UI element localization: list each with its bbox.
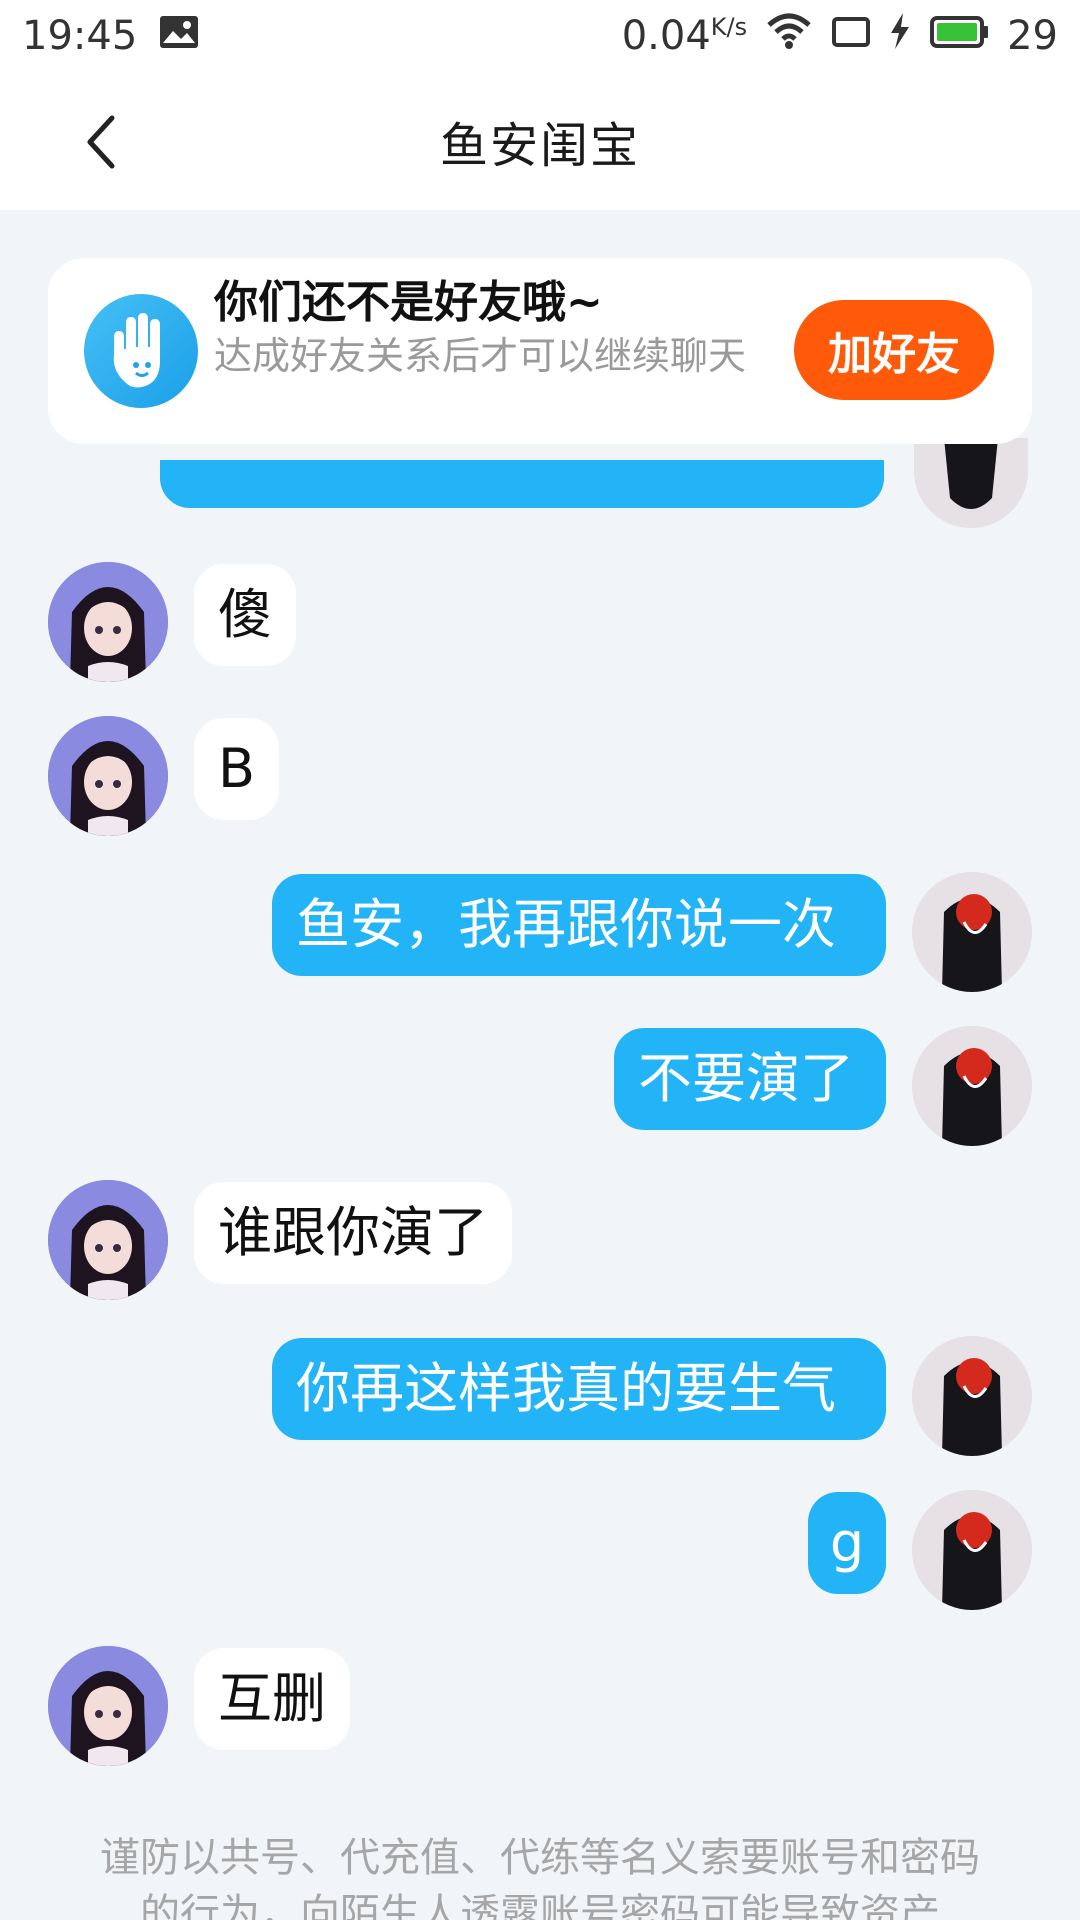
- battery-level: 29: [1007, 13, 1058, 59]
- message-bubble-outgoing[interactable]: 不要演了: [614, 1028, 886, 1130]
- charging-icon: [889, 13, 911, 59]
- banner-title: 你们还不是好友哦~: [214, 277, 603, 328]
- add-friend-button[interactable]: 加好友: [794, 300, 994, 400]
- gallery-icon: [159, 13, 199, 59]
- wifi-icon: [765, 11, 813, 61]
- back-button[interactable]: [60, 102, 140, 182]
- my-avatar[interactable]: [912, 1026, 1032, 1146]
- chevron-left-icon: [87, 115, 115, 169]
- message-bubble-outgoing[interactable]: g: [808, 1492, 886, 1594]
- page-title: 鱼安闺宝: [439, 118, 640, 174]
- contact-avatar[interactable]: [48, 716, 168, 836]
- my-avatar[interactable]: [912, 872, 1032, 992]
- partial-avatar: [914, 438, 1028, 528]
- message-bubble-incoming[interactable]: 谁跟你演了: [194, 1182, 512, 1284]
- battery-icon: [929, 13, 989, 59]
- banner-subtitle: 达成好友关系后才可以继续聊天: [214, 334, 747, 378]
- message-bubble-incoming[interactable]: 傻: [194, 564, 296, 666]
- status-bar: 19:45 0.04K/s 29: [0, 0, 1080, 72]
- contact-avatar[interactable]: [48, 1646, 168, 1766]
- my-avatar[interactable]: [912, 1336, 1032, 1456]
- contact-avatar[interactable]: [48, 1180, 168, 1300]
- message-bubble-incoming[interactable]: 互删: [194, 1648, 350, 1750]
- not-friends-banner: 你们还不是好友哦~ 达成好友关系后才可以继续聊天 加好友: [48, 258, 1032, 444]
- wave-hand-icon: [84, 294, 198, 408]
- status-time: 19:45: [22, 13, 138, 59]
- message-bubble-outgoing[interactable]: 鱼安，我再跟你说一次: [272, 874, 886, 976]
- contact-avatar[interactable]: [48, 562, 168, 682]
- message-bubble-outgoing[interactable]: 你再这样我真的要生气: [272, 1338, 886, 1440]
- my-avatar[interactable]: [912, 1490, 1032, 1610]
- screen-rotate-icon: [831, 13, 871, 59]
- message-bubble-incoming[interactable]: B: [194, 718, 280, 820]
- chat-area[interactable]: 傻 B 鱼安，我再跟你说一次 不要演了 谁跟你演了 你再这样我真的要生气 g 互…: [0, 210, 1080, 1920]
- partial-message-bubble: [160, 460, 884, 508]
- security-disclaimer: 谨防以共号、代充值、代练等名义索要账号和密码的行为，向陌生人透露账号密码可能导致…: [100, 1835, 980, 1920]
- nav-bar: 鱼安闺宝: [0, 72, 1080, 210]
- network-speed: 0.04K/s: [621, 13, 748, 59]
